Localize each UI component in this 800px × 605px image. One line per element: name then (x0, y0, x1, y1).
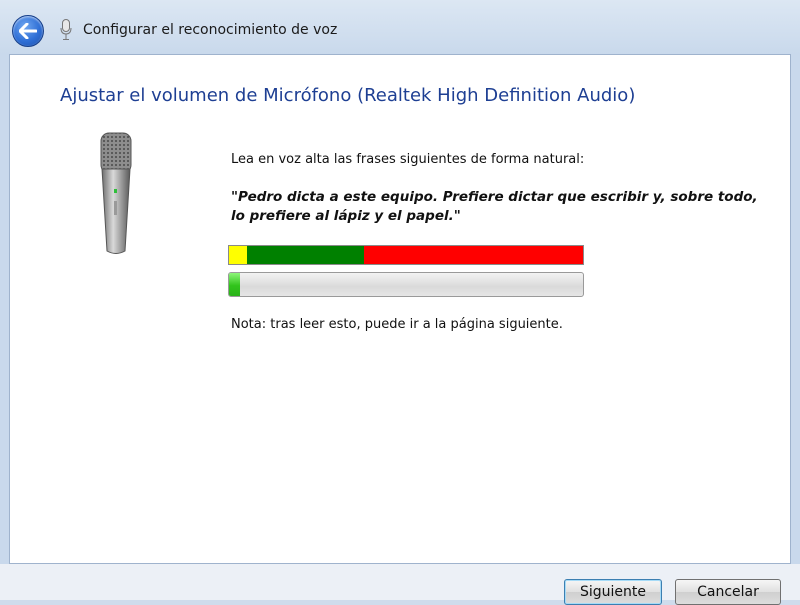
page-heading: Ajustar el volumen de Micrófono (Realtek… (60, 85, 636, 106)
cancel-button[interactable]: Cancelar (675, 579, 781, 605)
instruction-text: Lea en voz alta las frases siguientes de… (231, 152, 585, 167)
content-panel: Ajustar el volumen de Micrófono (Realtek… (9, 54, 791, 564)
back-button[interactable] (12, 15, 44, 47)
phrase-to-read: "Pedro dicta a este equipo. Prefiere dic… (231, 189, 758, 224)
title-bar: Configurar el reconocimiento de voz (0, 0, 800, 54)
zone-optimal (246, 246, 364, 264)
window-title: Configurar el reconocimiento de voz (83, 22, 338, 38)
next-button[interactable]: Siguiente (564, 579, 662, 605)
zone-low (229, 246, 247, 264)
speech-setup-wizard: Configurar el reconocimiento de voz Ajus… (0, 0, 800, 605)
microphone-illustration-icon (100, 132, 132, 254)
note-text: Nota: tras leer esto, puede ir a la pági… (231, 317, 563, 332)
microphone-icon (60, 19, 72, 40)
level-zone-bar (228, 245, 584, 265)
volume-meter (228, 272, 584, 297)
volume-meter-fill (229, 273, 240, 296)
zone-high (363, 246, 583, 264)
back-arrow-icon (19, 23, 37, 39)
